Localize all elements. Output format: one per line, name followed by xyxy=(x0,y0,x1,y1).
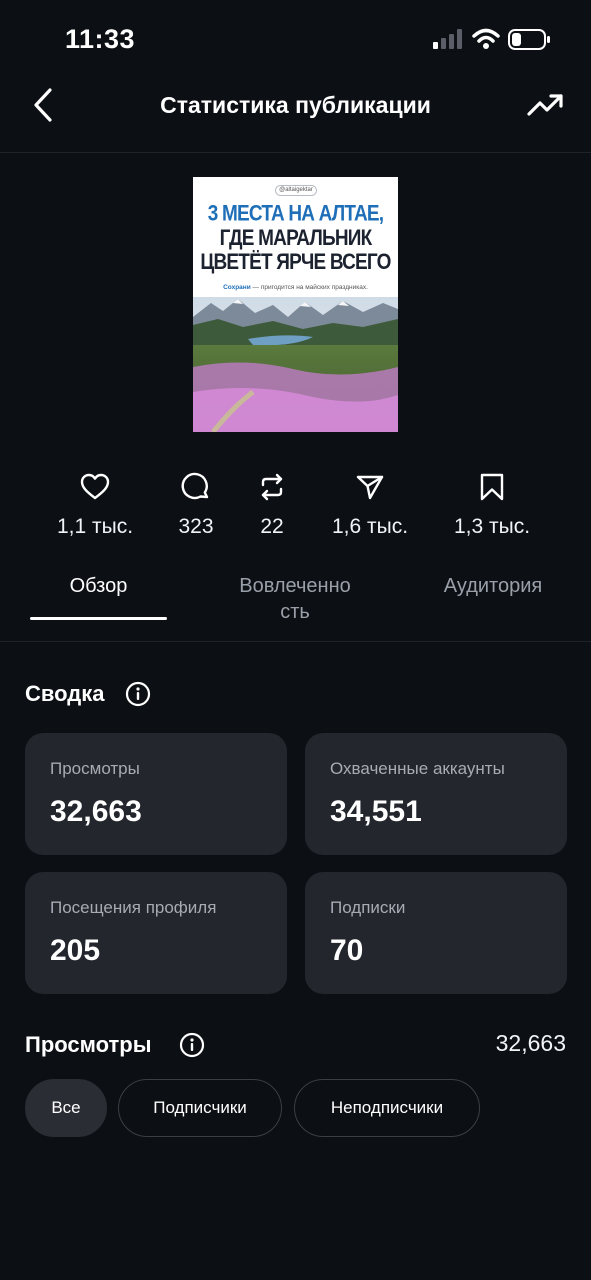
tab-bar: Обзор Вовлеченно сть Аудитория xyxy=(0,560,591,642)
follows-card-value: 70 xyxy=(330,934,364,967)
trending-up-icon[interactable] xyxy=(526,90,566,120)
tab-engagement-label-line-1: Вовлеченно xyxy=(239,575,351,597)
post-subtitle-text: — пригодится на майских праздниках. xyxy=(250,284,368,291)
views-card[interactable]: Просмотры 32,663 xyxy=(25,733,287,855)
post-subtitle: Сохрани — пригодится на майских праздник… xyxy=(193,284,398,291)
wifi-icon xyxy=(472,28,500,49)
views-total: 32,663 xyxy=(495,1030,566,1056)
profile-visits-card-label: Посещения профиля xyxy=(50,898,217,917)
heart-icon xyxy=(80,473,110,500)
post-headline-line-3: ЦВЕТЁТ ЯРЧЕ ВСЕГО xyxy=(200,250,391,275)
tab-engagement-label-line-2: сть xyxy=(280,601,310,623)
repost-icon xyxy=(261,473,283,501)
likes-count: 1,1 тыс. xyxy=(56,515,134,538)
share-icon xyxy=(356,475,384,500)
shares-count: 1,6 тыс. xyxy=(331,515,409,538)
views-card-label: Просмотры xyxy=(50,759,140,778)
reached-accounts-card[interactable]: Охваченные аккаунты 34,551 xyxy=(305,733,567,855)
reached-accounts-card-label: Охваченные аккаунты xyxy=(330,759,505,778)
post-subtitle-highlight: Сохрани xyxy=(223,284,251,291)
follows-card-label: Подписки xyxy=(330,898,406,917)
page-title: Статистика публикации xyxy=(160,92,431,118)
filter-all-chip[interactable]: Все xyxy=(25,1079,107,1137)
reposts-count: 22 xyxy=(260,515,284,538)
post-headline-line-1: 3 МЕСТА НА АЛТАЕ, xyxy=(207,202,384,227)
tab-engagement[interactable]: Вовлеченно сть xyxy=(215,573,375,625)
post-headline-line-2: ГДЕ МАРАЛЬНИК xyxy=(219,226,373,251)
status-bar: 11:33 xyxy=(0,0,591,78)
views-section-title: Просмотры xyxy=(25,1032,152,1057)
post-headline: 3 МЕСТА НА АЛТАЕ, ГДЕ МАРАЛЬНИК ЦВЕТЁТ Я… xyxy=(193,202,398,274)
saves-stat[interactable]: 1,3 тыс. xyxy=(437,472,547,539)
info-icon[interactable] xyxy=(125,681,151,707)
post-handle-badge: @altaigektar xyxy=(275,185,317,196)
post-preview[interactable]: @altaigektar 3 МЕСТА НА АЛТАЕ, ГДЕ МАРАЛ… xyxy=(193,177,398,432)
profile-visits-card-value: 205 xyxy=(50,934,101,967)
comment-icon xyxy=(181,472,209,500)
shares-stat[interactable]: 1,6 тыс. xyxy=(315,472,425,539)
cellular-signal-icon xyxy=(433,29,462,49)
saves-count: 1,3 тыс. xyxy=(453,515,531,538)
filter-non-followers-chip[interactable]: Неподписчики xyxy=(294,1079,480,1137)
reached-accounts-card-value: 34,551 xyxy=(330,795,422,828)
tab-overview[interactable]: Обзор xyxy=(30,573,167,599)
filter-followers-chip[interactable]: Подписчики xyxy=(118,1079,282,1137)
summary-title: Сводка xyxy=(25,681,105,706)
status-time: 11:33 xyxy=(65,24,136,54)
header: Статистика публикации xyxy=(0,78,591,153)
bookmark-icon xyxy=(480,473,504,501)
battery-icon xyxy=(508,29,550,50)
info-icon[interactable] xyxy=(179,1032,205,1058)
follows-card[interactable]: Подписки 70 xyxy=(305,872,567,994)
tab-audience[interactable]: Аудитория xyxy=(425,573,561,599)
profile-visits-card[interactable]: Посещения профиля 205 xyxy=(25,872,287,994)
mountain-landscape-photo xyxy=(193,297,398,432)
likes-stat[interactable]: 1,1 тыс. xyxy=(40,472,150,539)
active-tab-indicator xyxy=(30,617,167,620)
reposts-stat[interactable]: 22 xyxy=(217,472,327,539)
views-card-value: 32,663 xyxy=(50,795,142,828)
